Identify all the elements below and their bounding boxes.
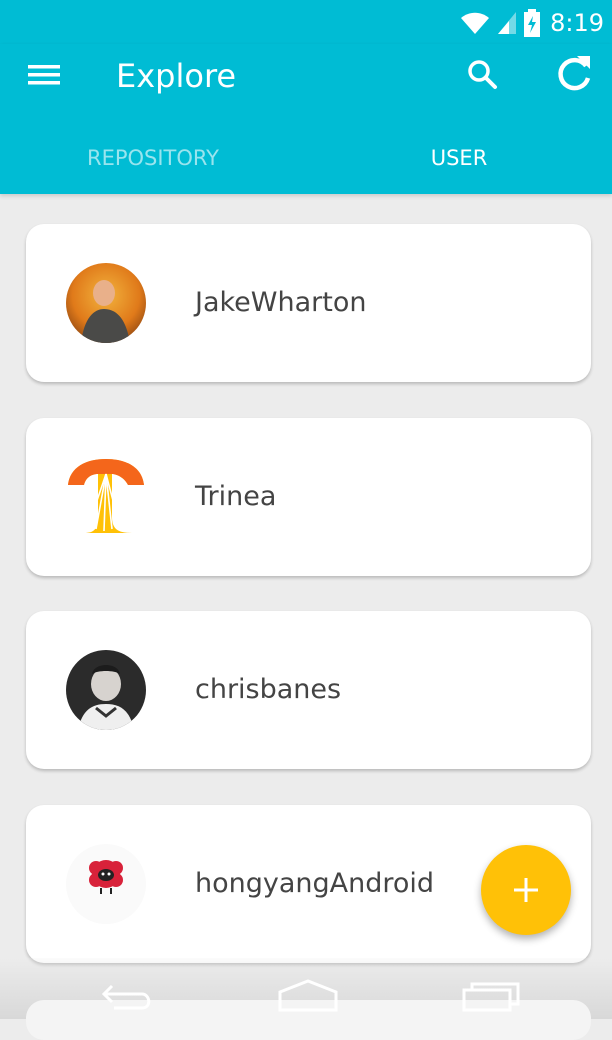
avatar [66,263,146,343]
user-card-jakewharton[interactable]: JakeWharton [26,224,591,382]
page-title: Explore [116,57,237,95]
refresh-icon [558,56,591,91]
battery-charging-icon [524,9,541,37]
menu-button[interactable] [22,56,66,100]
tab-user[interactable]: USER [306,136,612,180]
avatar [66,650,146,730]
menu-icon [28,65,60,85]
status-bar: 8:19 [0,0,612,44]
signal-icon [498,12,517,34]
status-icons: 8:19 [460,8,604,38]
user-name: Trinea [195,481,277,512]
user-name: JakeWharton [195,287,367,318]
user-name: hongyangAndroid [195,868,435,899]
user-card-chrisbanes[interactable]: chrisbanes [26,611,591,769]
wifi-icon [461,12,490,34]
status-time: 8:19 [550,9,604,37]
user-name: chrisbanes [195,674,342,705]
home-icon[interactable] [276,978,340,1012]
back-icon[interactable] [98,978,158,1012]
search-button[interactable] [460,52,504,96]
tab-repository[interactable]: REPOSITORY [0,136,306,180]
avatar [66,457,146,537]
avatar [66,844,146,924]
recents-icon[interactable] [460,978,522,1012]
search-icon [468,60,497,89]
plus-icon [514,878,538,902]
refresh-button[interactable] [550,50,598,98]
add-fab-button[interactable] [481,845,571,935]
user-card-trinea[interactable]: Trinea [26,418,591,576]
system-nav-bar [0,958,612,1040]
tab-bar: REPOSITORY USER [0,136,612,194]
app-toolbar: Explore REPOSITORY USER [0,44,612,194]
